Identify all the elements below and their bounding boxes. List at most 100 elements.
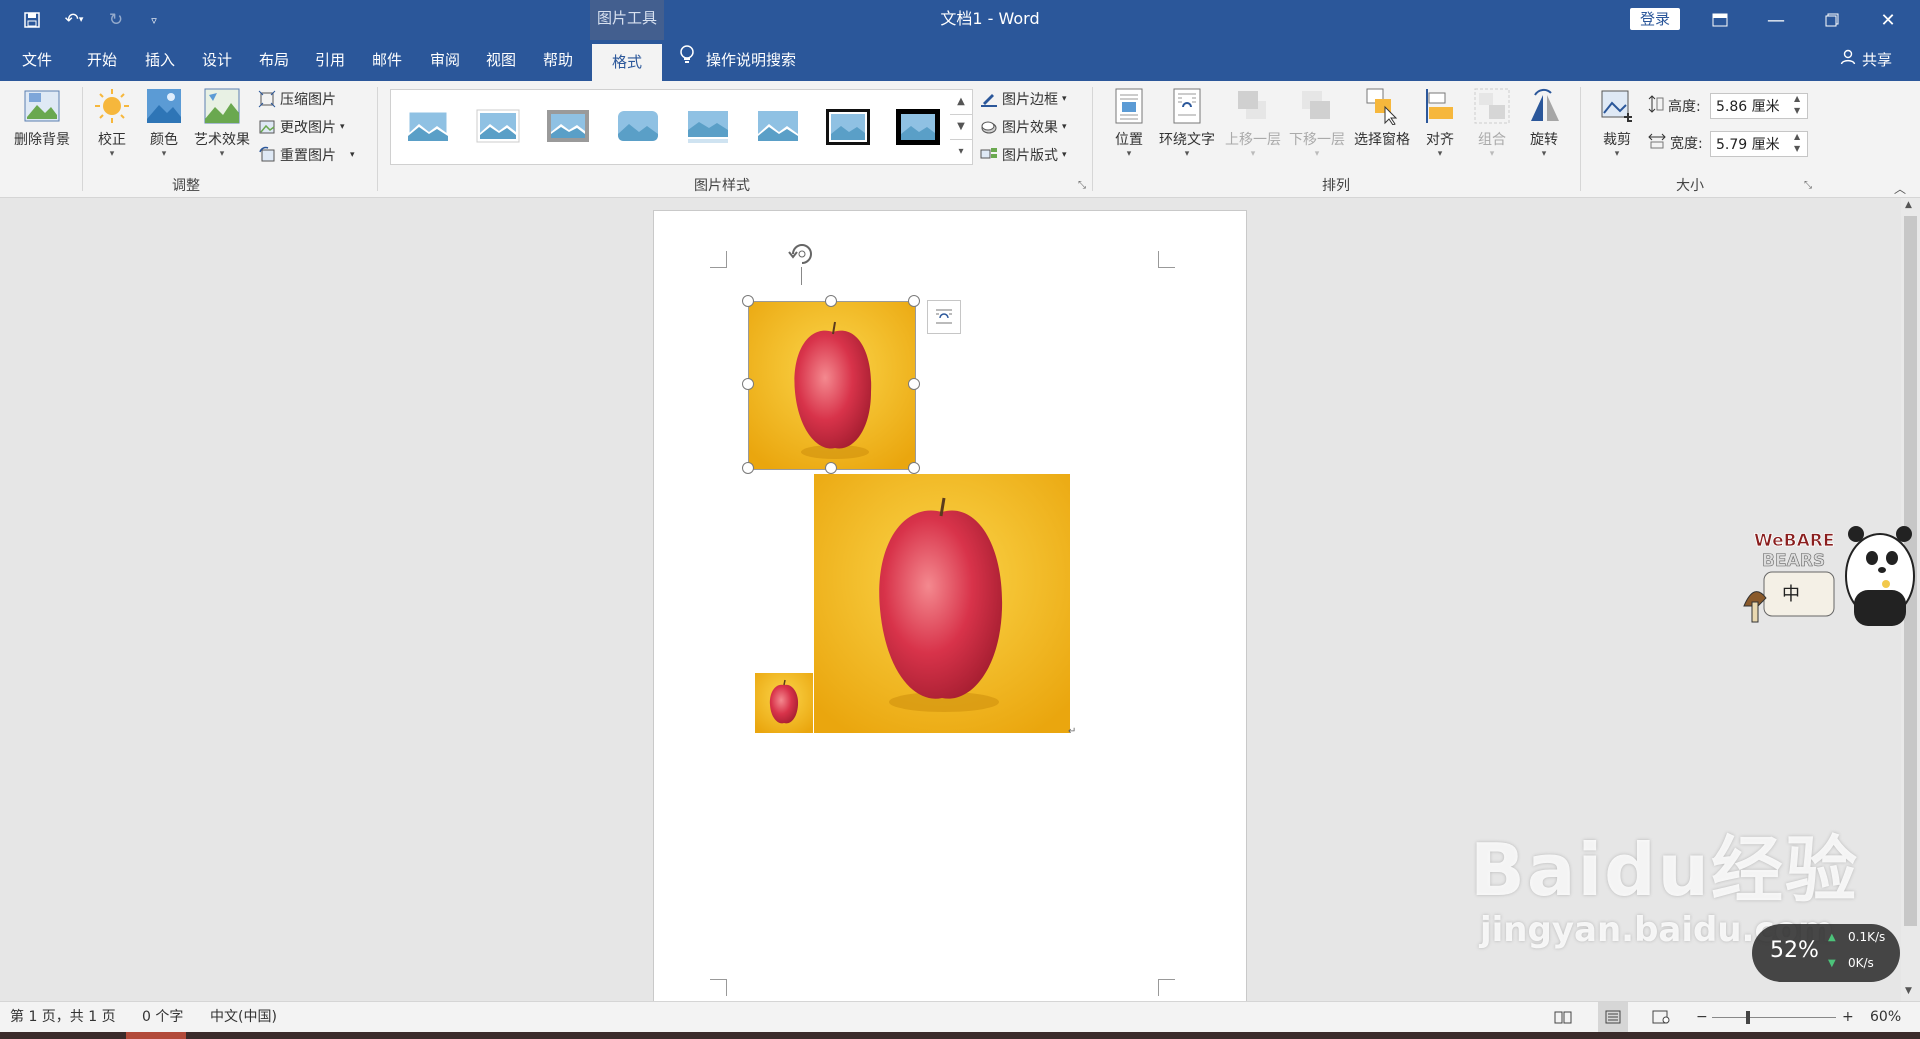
resize-handle[interactable] [742, 378, 754, 390]
restore-icon[interactable] [1804, 0, 1860, 40]
taskbar-strip [0, 1032, 1920, 1039]
tab-insert[interactable]: 插入 [145, 40, 175, 81]
web-layout-icon[interactable] [1652, 1002, 1670, 1033]
zoom-slider[interactable] [1712, 1017, 1836, 1018]
tab-layout[interactable]: 布局 [259, 40, 289, 81]
resize-handle[interactable] [908, 378, 920, 390]
picture-effects-button[interactable]: 图片效果 ▾ [980, 115, 1067, 139]
picture-style-thumb[interactable] [755, 108, 801, 146]
save-icon[interactable] [20, 8, 44, 32]
tab-view[interactable]: 视图 [486, 40, 516, 81]
tell-me-search[interactable]: 操作说明搜索 [680, 40, 796, 81]
customize-qat-icon[interactable]: ▿ [142, 8, 166, 32]
tab-format[interactable]: 格式 [592, 44, 662, 81]
zoom-out-button[interactable]: − [1696, 1002, 1708, 1033]
position-button[interactable]: 位置 ▾ [1106, 87, 1152, 159]
resize-handle[interactable] [742, 295, 754, 307]
tab-help[interactable]: 帮助 [543, 40, 573, 81]
tab-mailings[interactable]: 邮件 [372, 40, 402, 81]
language[interactable]: 中文(中国) [210, 1002, 277, 1033]
align-icon [1421, 87, 1459, 125]
change-picture-button[interactable]: 更改图片 ▾ [258, 115, 345, 139]
close-icon[interactable]: ✕ [1860, 0, 1916, 40]
tab-home[interactable]: 开始 [87, 40, 117, 81]
minimize-icon[interactable]: — [1748, 0, 1804, 40]
resize-handle[interactable] [908, 295, 920, 307]
zoom-slider-thumb[interactable] [1746, 1011, 1750, 1024]
group-label-adjust: 调整 [172, 178, 200, 194]
reset-picture-button[interactable]: 重置图片 ▾ [258, 143, 355, 167]
align-button[interactable]: 对齐 ▾ [1418, 87, 1462, 159]
zoom-in-button[interactable]: + [1842, 1002, 1854, 1033]
corrections-button[interactable]: 校正 ▾ [90, 87, 134, 159]
color-button[interactable]: 颜色 ▾ [142, 87, 186, 159]
pen-icon [980, 90, 998, 108]
resize-handle[interactable] [825, 295, 837, 307]
artistic-effects-label: 艺术效果 [194, 132, 250, 148]
page-count[interactable]: 第 1 页，共 1 页 [10, 1002, 116, 1033]
send-backward-label: 下移一层 [1289, 132, 1345, 148]
gallery-scroll-up-icon[interactable]: ▲ [950, 90, 972, 115]
position-label: 位置 [1115, 132, 1143, 148]
width-spinner-icon[interactable]: ▲ ▼ [1794, 131, 1800, 155]
group-label: 组合 [1478, 132, 1506, 148]
tab-references[interactable]: 引用 [315, 40, 345, 81]
tab-file[interactable]: 文件 [22, 40, 52, 81]
ime-sticker[interactable]: WeBARE BEARS 中 [1736, 506, 1920, 641]
resize-handle[interactable] [742, 462, 754, 474]
scroll-down-icon[interactable]: ▼ [1905, 986, 1912, 996]
collapse-ribbon-icon[interactable]: ︿ [1894, 180, 1906, 197]
height-spinner-icon[interactable]: ▲ ▼ [1794, 93, 1800, 117]
print-layout-icon[interactable] [1598, 1002, 1628, 1033]
picture-style-thumb[interactable] [545, 108, 591, 146]
picture-style-thumb[interactable] [685, 108, 731, 146]
gallery-scroll-down-icon[interactable]: ▼ [950, 115, 972, 140]
picture-layout-button[interactable]: 图片版式 ▾ [980, 143, 1067, 167]
word-count[interactable]: 0 个字 [142, 1002, 183, 1033]
send-backward-button[interactable]: 下移一层 ▾ [1286, 87, 1348, 159]
crop-button[interactable]: 裁剪 ▾ [1594, 87, 1640, 159]
resize-handle[interactable] [825, 462, 837, 474]
picture-border-button[interactable]: 图片边框 ▾ [980, 87, 1067, 111]
tab-review[interactable]: 审阅 [430, 40, 460, 81]
artistic-effects-button[interactable]: 艺术效果 ▾ [190, 87, 254, 159]
chevron-down-icon: ▾ [1126, 149, 1132, 159]
selected-picture[interactable] [748, 301, 916, 470]
document-page[interactable]: ↵ [653, 210, 1247, 1008]
ribbon-display-options-icon[interactable] [1692, 0, 1748, 40]
position-icon [1110, 87, 1148, 125]
read-mode-icon[interactable] [1554, 1002, 1572, 1033]
dialog-launcher-icon[interactable]: ⤡ [1804, 180, 1812, 191]
gallery-more-icon[interactable]: ▾ [950, 140, 972, 164]
dialog-launcher-icon[interactable]: ⤡ [1078, 180, 1086, 191]
compress-pictures-button[interactable]: 压缩图片 [258, 87, 336, 111]
cpu-percent: 52% [1770, 938, 1819, 963]
picture-styles-gallery[interactable] [390, 89, 952, 165]
picture-small[interactable] [755, 673, 813, 733]
tab-design[interactable]: 设计 [202, 40, 232, 81]
picture-style-thumb[interactable] [405, 108, 451, 146]
login-button[interactable]: 登录 [1630, 8, 1680, 30]
selection-pane-button[interactable]: 选择窗格 [1350, 87, 1414, 149]
share-button[interactable]: 共享 [1840, 40, 1892, 81]
bring-forward-button[interactable]: 上移一层 ▾ [1222, 87, 1284, 159]
rotate-button[interactable]: 旋转 ▾ [1522, 87, 1566, 159]
wrap-text-button[interactable]: 环绕文字 ▾ [1154, 87, 1220, 159]
undo-icon[interactable]: ↶ ▾ [58, 8, 90, 32]
picture-style-thumb[interactable] [825, 108, 871, 146]
group-button[interactable]: 组合 ▾ [1470, 87, 1514, 159]
picture-style-thumb[interactable] [895, 108, 941, 146]
redo-icon[interactable]: ↻ [104, 8, 128, 32]
scroll-up-icon[interactable]: ▲ [1905, 200, 1912, 210]
picture[interactable] [814, 474, 1070, 733]
wrap-text-label: 环绕文字 [1159, 132, 1215, 148]
rotate-handle-icon[interactable] [787, 239, 817, 269]
picture-style-thumb[interactable] [615, 108, 661, 146]
picture-style-thumb[interactable] [475, 108, 521, 146]
remove-background-button[interactable]: 删除背景 [10, 87, 74, 149]
resize-handle[interactable] [908, 462, 920, 474]
layout-options-icon[interactable] [927, 300, 961, 334]
network-monitor-widget[interactable]: 52% ▲ 0.1K/s ▼ 0K/s [1752, 924, 1900, 982]
picture-layout-label: 图片版式 [1002, 148, 1058, 164]
zoom-level[interactable]: 60% [1870, 1002, 1901, 1033]
